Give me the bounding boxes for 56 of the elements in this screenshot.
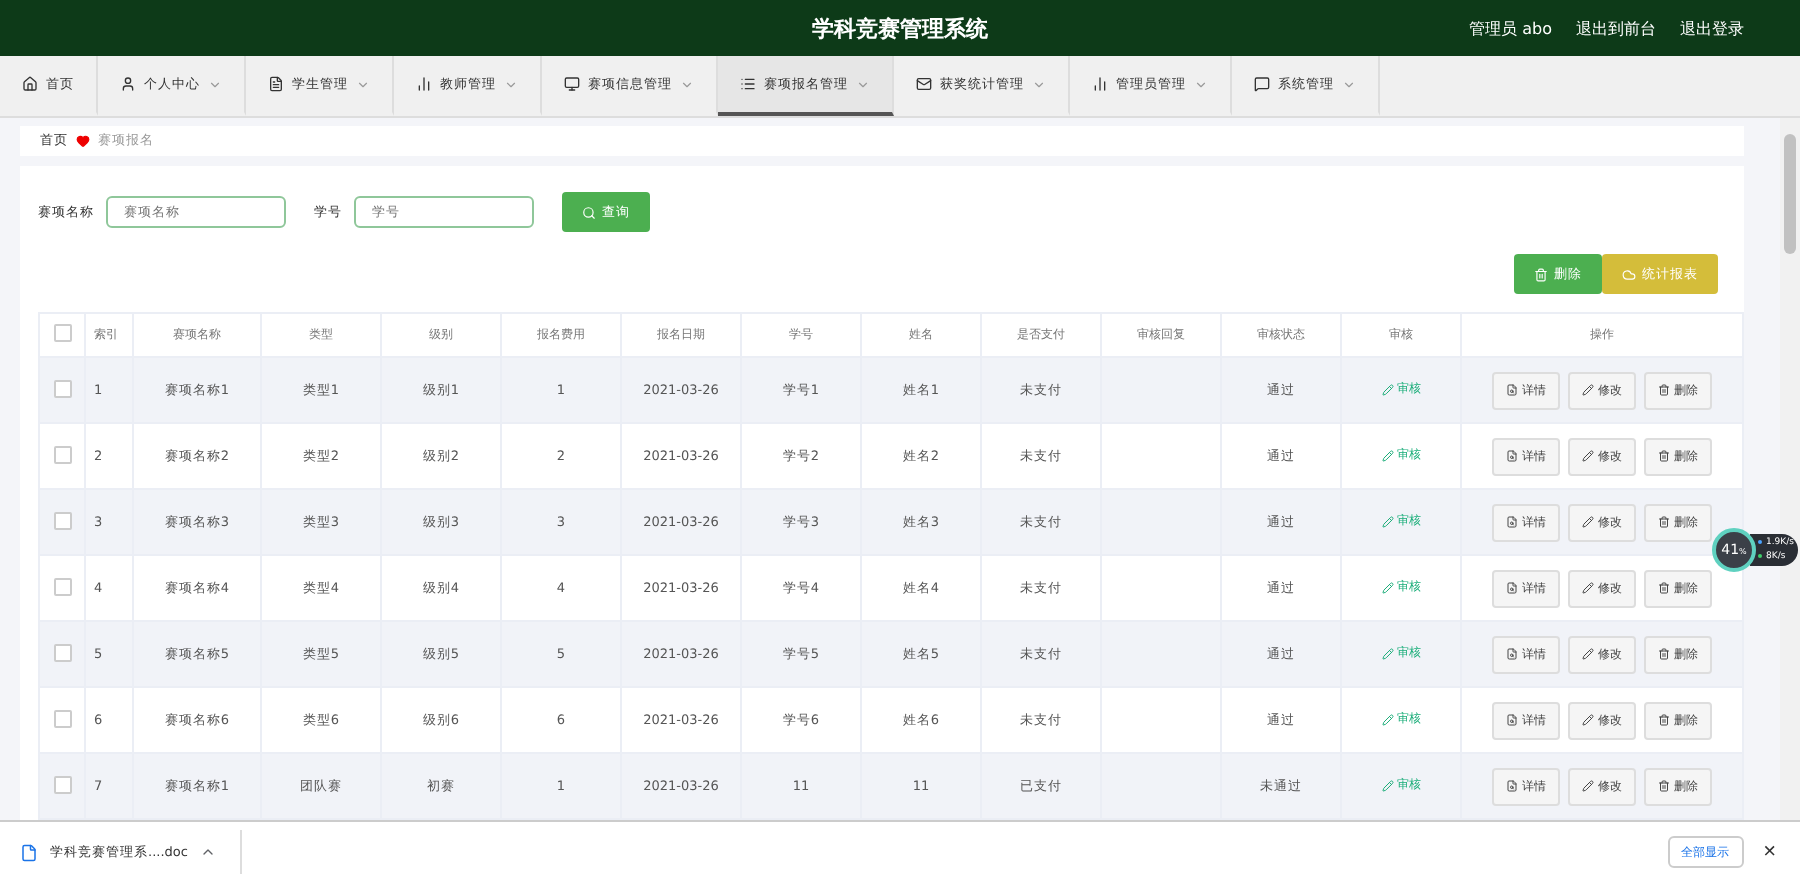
row-checkbox[interactable] <box>53 379 71 397</box>
chat-icon <box>1254 76 1270 92</box>
header-link[interactable]: 退出到前台 <box>1576 17 1656 39</box>
chevron-icon[interactable] <box>199 844 216 860</box>
heart-icon <box>76 134 90 148</box>
document-search-icon <box>1506 582 1518 594</box>
close-button[interactable]: × <box>1759 840 1780 864</box>
pencil-icon <box>1381 581 1393 594</box>
bar-chart-icon <box>1092 76 1108 92</box>
document-search-icon <box>1506 780 1518 792</box>
row-checkbox[interactable] <box>53 709 71 727</box>
pencil-icon <box>1381 515 1393 528</box>
trash-icon <box>1658 780 1670 792</box>
row-checkbox[interactable] <box>53 775 71 793</box>
row-checkbox[interactable] <box>53 511 71 529</box>
row-checkbox[interactable] <box>53 445 71 463</box>
document-search-icon <box>1506 450 1518 462</box>
row-checkbox[interactable] <box>53 643 71 661</box>
header-link[interactable]: 退出登录 <box>1680 17 1744 39</box>
pencil-icon <box>1381 713 1393 726</box>
document-search-icon <box>1506 714 1518 726</box>
monitor-icon <box>564 76 580 92</box>
mail-icon <box>916 76 932 92</box>
pencil-icon <box>1381 779 1393 792</box>
pencil-icon <box>1381 647 1393 660</box>
pencil-icon <box>1582 516 1594 528</box>
pencil-icon <box>1582 582 1594 594</box>
trash-icon <box>1658 582 1670 594</box>
document-search-icon <box>1506 516 1518 528</box>
trash-icon <box>1658 516 1670 528</box>
user-label: 管理员 abo <box>1469 17 1552 39</box>
document-search-icon <box>1506 648 1518 660</box>
list-icon <box>740 76 756 92</box>
search-icon <box>582 205 596 219</box>
pencil-icon <box>1582 714 1594 726</box>
document-search-icon <box>1506 384 1518 396</box>
trash-icon <box>1658 714 1670 726</box>
user-icon <box>120 76 136 92</box>
document-icon <box>268 76 284 92</box>
pencil-icon <box>1582 384 1594 396</box>
cloud-icon <box>1622 267 1636 281</box>
trash-icon <box>1658 648 1670 660</box>
select-all-checkbox[interactable] <box>53 324 71 342</box>
bar-chart-icon <box>416 76 432 92</box>
pencil-icon <box>1582 450 1594 462</box>
trash-icon <box>1534 267 1548 281</box>
app-title: 学科竞赛管理系统 <box>812 13 988 43</box>
trash-icon <box>1658 384 1670 396</box>
trash-icon <box>1658 450 1670 462</box>
row-checkbox[interactable] <box>53 577 71 595</box>
file-icon <box>20 843 38 861</box>
pencil-icon <box>1582 648 1594 660</box>
pencil-icon <box>1381 449 1393 462</box>
pencil-icon <box>1582 780 1594 792</box>
pencil-icon <box>1381 383 1393 396</box>
home-icon <box>22 76 38 92</box>
